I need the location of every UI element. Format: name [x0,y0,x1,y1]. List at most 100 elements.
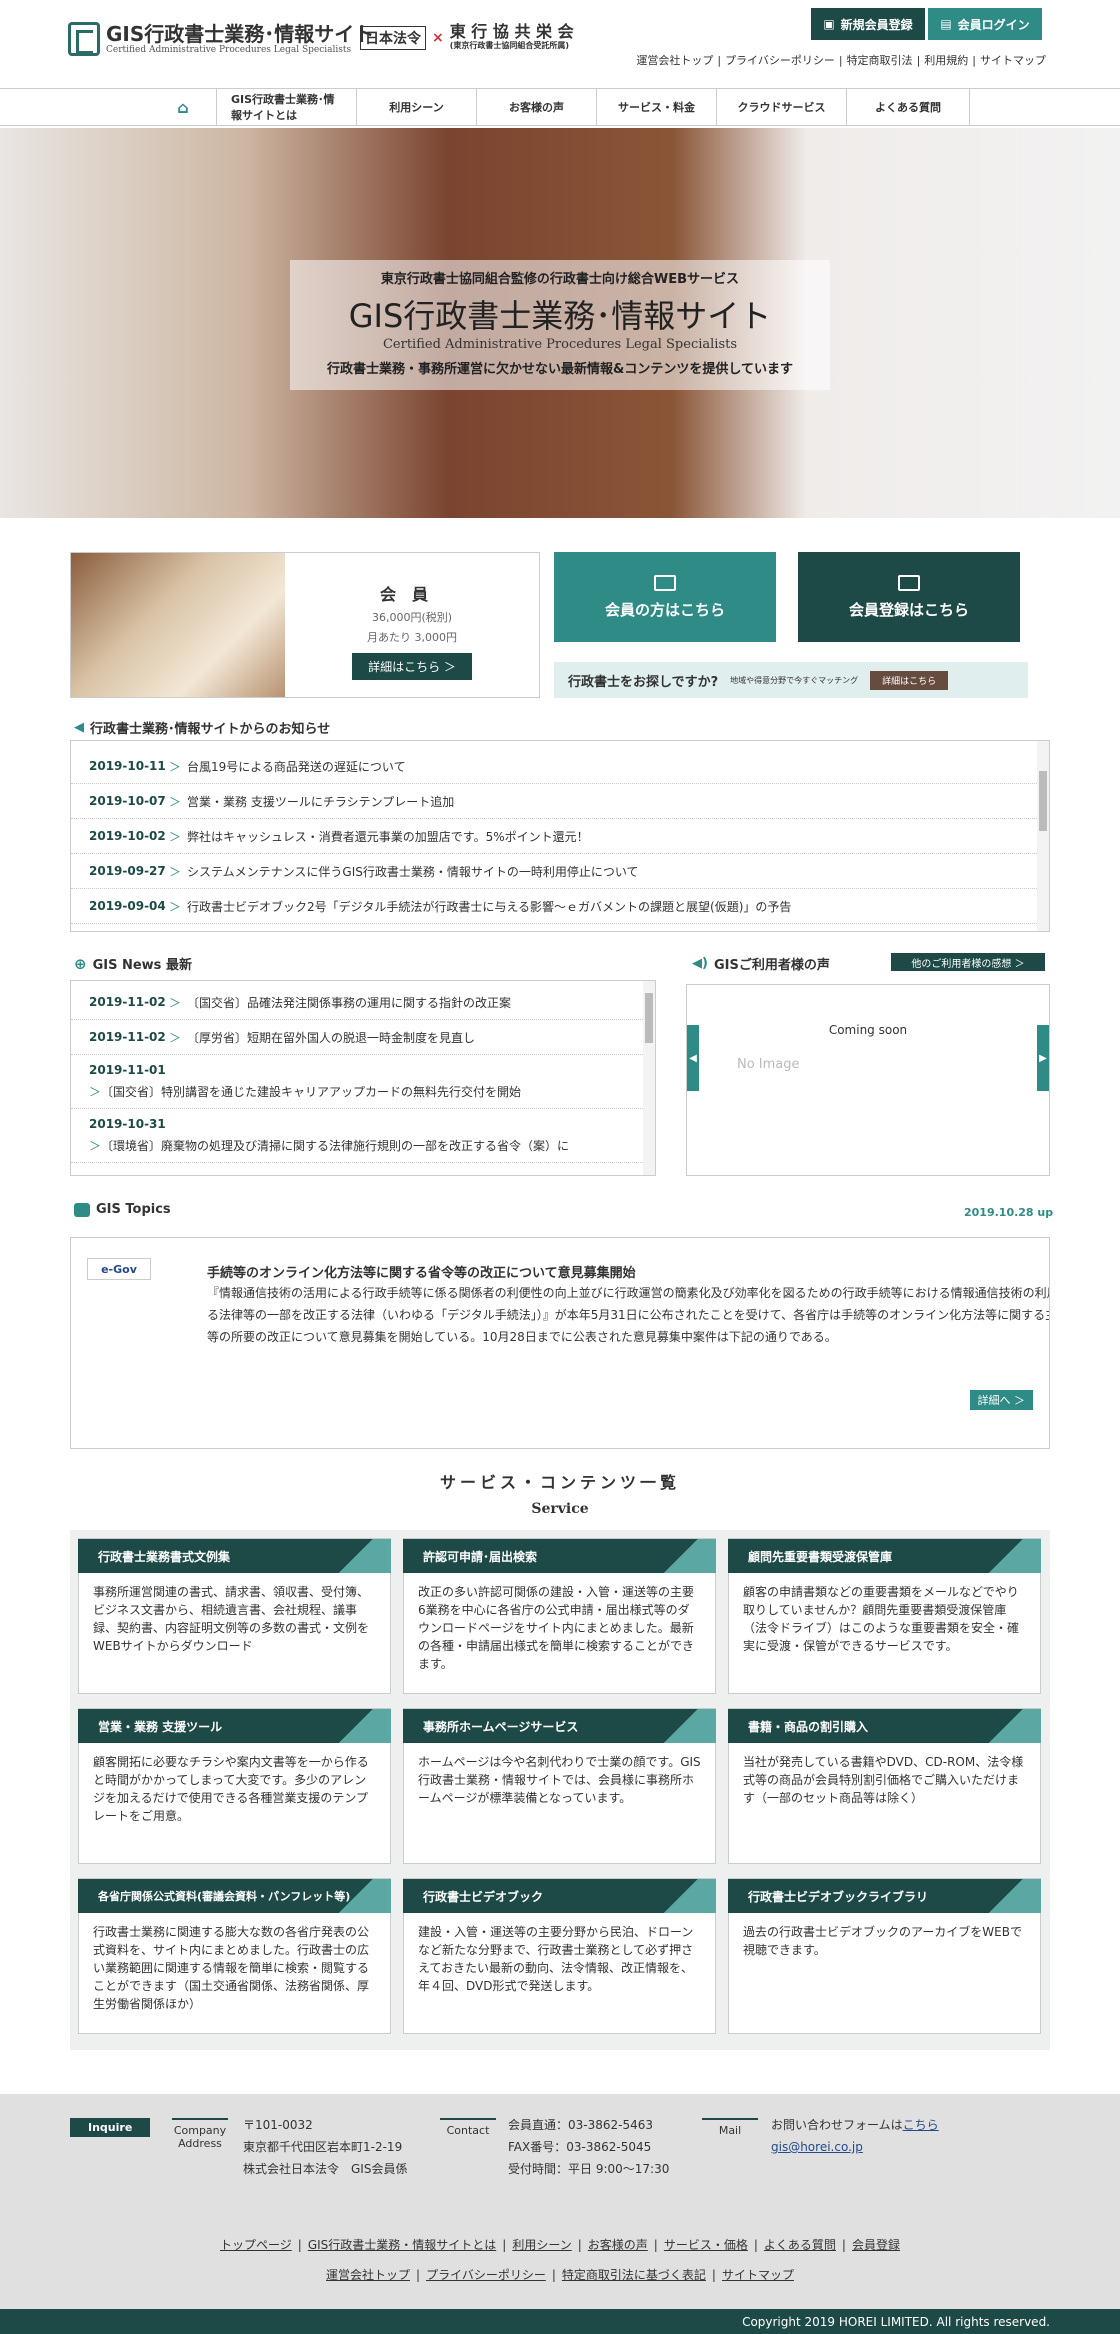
member-price: 36,000円(税別) [371,611,453,624]
list-item[interactable]: 2019-10-31 ＞〔環境省〕廃棄物の処理及び清掃に関する法律施行規則の一部を… [71,1109,655,1163]
topics-date: 2019.10.28 up [964,1206,1054,1219]
mail-text: お問い合わせフォームは [771,2118,903,2132]
footer-link-pricing[interactable]: サービス・価格 [658,2238,754,2252]
list-item[interactable]: 2019-09-27 ＞ システムメンテナンスに伴うGIS行政書士業務・情報サイトの… [71,854,1049,889]
footer-link-register[interactable]: 会員登録 [846,2238,906,2252]
contact-form-link[interactable]: こちら [903,2118,939,2132]
list-item[interactable]: 2019-10-02 ＞ 弊社はキャッシュレス・消費者還元事業の加盟店です。5%ポイ… [71,819,1049,854]
address-street: 東京都千代田区岩本町1-2-19 [243,2140,403,2154]
service-card[interactable]: 行政書士業務書式文例集 事務所運営関連の書式、請求書、領収書、受付簿、ビジネス文書… [78,1538,391,1694]
address-zip: 〒101-0032 [243,2118,313,2132]
chevron-right-icon: ＞ [169,864,182,879]
mail-label: Mail [702,2118,758,2137]
member-monthly: 月あたり 3,000円 [367,631,457,644]
email-link[interactable]: gis@horei.co.jp [771,2140,863,2154]
item-date: 2019-09-27 [89,864,166,878]
chevron-right-icon: ＞ [169,829,182,844]
register-entry-label: 会員登録はこちら [848,600,969,619]
service-card[interactable]: 顧問先重要書類受渡保管庫 顧客の申請書類などの重要書類をメールなどでやり取りしてい… [728,1538,1041,1694]
service-card[interactable]: 行政書士ビデオブックライブラリ 過去の行政書士ビデオブックのアーカイブをWEBで視… [728,1878,1041,2034]
nav-cloud[interactable]: クラウドサービス [716,89,846,125]
service-desc: ホームページは今や名刺代わりで士業の顔です。GIS行政書士業務・情報サイトでは、… [418,1755,701,1805]
voice-more-button[interactable]: 他のご利用者様の感想 ＞ [891,953,1045,971]
item-date: 2019-10-07 [89,794,166,808]
voice-heading: ◀) GISご利用者様の声 [692,954,830,973]
service-title: 各省庁関係公式資料(審議会資料・パンフレット等) [78,1879,391,1913]
member-entry-button[interactable]: 会員の方はこちら [554,552,776,642]
item-date: 2019-11-02 [89,995,166,1009]
list-item[interactable]: 2019-11-02 ＞ 〔国交省〕品確法発注関係事務の運用に関する指針の改正案 [71,985,655,1020]
news-scrollbar[interactable] [643,981,655,1175]
footer-link-tokusho[interactable]: 特定商取引法に基づく表記 [556,2268,712,2282]
list-item[interactable]: 2019-10-07 ＞ 営業・業務 支援ツールにチラシテンプレート追加 [71,784,1049,819]
service-card[interactable]: 書籍・商品の割引購入 当社が発売している書籍やDVD、CD-ROM、法令様式等の商… [728,1708,1041,1864]
carousel-prev-icon[interactable]: ◀ [687,1025,699,1091]
list-item[interactable]: 2019-10-11 ＞ 台風19号による商品発送の遅延について [71,749,1049,784]
service-title: 事務所ホームページサービス [403,1709,716,1743]
nav-voice[interactable]: お客様の声 [476,89,596,125]
contact-fax: FAX番号：03-3862-5045 [508,2140,652,2154]
member-detail-button[interactable]: 詳細はこちら ＞ [352,653,472,680]
notice-scrollbar[interactable] [1037,741,1049,931]
carousel-next-icon[interactable]: ▶ [1037,1025,1049,1091]
service-card[interactable]: 事務所ホームページサービスホームページは今や名刺代わりで士業の顔です。GIS行政… [403,1708,716,1864]
service-title: 行政書士ビデオブックライブラリ [728,1879,1041,1913]
chevron-right-icon: ＞ [89,1085,102,1099]
service-card[interactable]: 許認可申請･届出検索 改正の多い許認可関係の建設・入管・運送等の主要6業務を中心に… [403,1538,716,1694]
service-title: 行政書士業務書式文例集 [78,1539,391,1573]
nav-faq[interactable]: よくある質問 [846,89,970,125]
chevron-right-icon: ＞ [169,759,182,774]
nav-scenes[interactable]: 利用シーン [356,89,476,125]
find-specialist-banner[interactable]: 行政書士をお探しですか? 地域や得意分野で今すぐマッチング 詳細はこちら [554,662,1028,698]
footer-link-faq[interactable]: よくある質問 [758,2238,842,2252]
util-link-terms[interactable]: 利用規約 [920,54,972,67]
new-register-button[interactable]: ▣ 新規会員登録 [811,8,925,40]
footer-link-about[interactable]: GIS行政書士業務・情報サイトとは [302,2238,502,2252]
util-link-privacy[interactable]: プライバシーポリシー [721,54,839,67]
notice-list[interactable]: 2019-10-11 ＞台風19号による商品発送の遅延について 2019-10-0… [70,740,1050,932]
footer-link-privacy[interactable]: プライバシーポリシー [420,2268,552,2282]
service-card[interactable]: 各省庁関係公式資料(審議会資料・パンフレット等) 行政書士業務に関連する膨大な数の… [78,1878,391,2034]
member-login-button[interactable]: ▤ 会員ログイン [928,8,1042,40]
find-sub: 地域や得意分野で今すぐマッチング [730,675,859,685]
footer-link-scenes[interactable]: 利用シーン [506,2238,577,2252]
util-link-sitemap[interactable]: サイトマップ [976,54,1050,67]
footer-link-top[interactable]: トップページ [214,2238,298,2252]
nav-pricing[interactable]: サービス・料金 [596,89,716,125]
topics-title[interactable]: 手続等のオンライン化方法等に関する省令等の改正について意見募集開始 [207,1262,636,1281]
util-link-tokusho[interactable]: 特定商取引法 [843,54,917,67]
list-item[interactable]: 2019-11-01 ＞〔国交省〕特別講習を通じた建設キャリアアップカードの無料先… [71,1055,655,1109]
globe-icon: ⊕ [74,954,87,973]
list-item[interactable]: 2019-09-04 ＞ 行政書士ビデオブック2号「デジタル手続法が行政書士に与える… [71,889,1049,924]
chevron-right-icon: ＞ [169,995,182,1010]
news-heading: ⊕ GIS News 最新 [74,954,192,974]
home-icon[interactable]: ⌂ [150,89,216,125]
item-text: 〔国交省〕品確法発注関係事務の運用に関する指針の改正案 [187,995,512,1010]
no-image: No Image [737,1057,800,1072]
mail-info: お問い合わせフォームはこちら gis@horei.co.jp [771,2114,939,2158]
service-card[interactable]: 営業・業務 支援ツール 顧客開拓に必要なチラシや案内文書等を一から作ると時間がかか… [78,1708,391,1864]
service-card[interactable]: 行政書士ビデオブック 建設・入管・運送等の主要分野から民泊、ドローンなど新たな分野… [403,1878,716,2034]
egov-logo: e-Gov [87,1258,151,1280]
item-date: 2019-11-02 [89,1030,166,1044]
register-entry-button[interactable]: 会員登録はこちら [798,552,1020,642]
service-title: 行政書士ビデオブック [403,1879,716,1913]
footer-link-sitemap[interactable]: サイトマップ [716,2268,800,2282]
footer-link-voice[interactable]: お客様の声 [582,2238,654,2252]
util-link-company[interactable]: 運営会社トップ [632,54,717,67]
list-item[interactable]: 2019-11-02 ＞ 〔厚労省〕短期在留外国人の脱退一時金制度を見直し [71,1020,655,1055]
site-logo[interactable]: GIS行政書士業務･情報サイト Certified Administrative… [68,22,374,56]
footer-link-company[interactable]: 運営会社トップ [320,2268,416,2282]
utility-links: 運営会社トップ | プライバシーポリシー | 特定商取引法 | 利用規約 | サイトマップ [632,52,1050,68]
item-text: 台風19号による商品発送の遅延について [187,759,406,774]
topics-more-button[interactable]: 詳細へ ＞ [969,1390,1033,1410]
chevron-right-icon: ＞ [89,1139,102,1153]
news-list[interactable]: 2019-11-02 ＞〔国交省〕品確法発注関係事務の運用に関する指針の改正案 2… [70,980,656,1176]
item-date: 2019-10-31 [89,1117,166,1131]
find-button[interactable]: 詳細はこちら [870,670,949,690]
item-date: 2019-10-11 [89,759,166,773]
logo-subtitle: Certified Administrative Procedures Lega… [106,45,352,55]
member-card: 会員 36,000円(税別) 月あたり 3,000円 詳細はこちら ＞ [70,552,540,698]
services-title-en: Service [531,1501,589,1517]
nav-about[interactable]: GIS行政書士業務･情報サイトとは [216,89,356,125]
